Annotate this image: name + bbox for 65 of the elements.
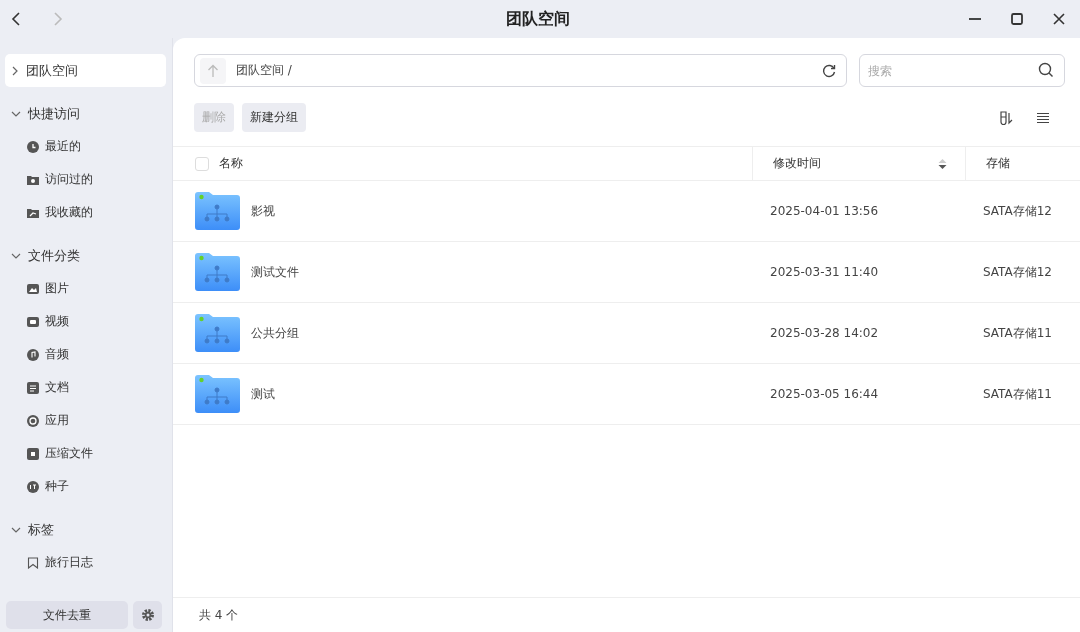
sidebar-item[interactable]: 旅行日志 [45, 554, 93, 571]
up-arrow-icon [207, 63, 219, 78]
settings-button[interactable] [133, 601, 162, 629]
toolbar-button[interactable]: 新建分组 [242, 103, 306, 132]
back-icon[interactable] [10, 11, 22, 27]
modified-time: 2025-04-01 13:56 [770, 204, 879, 218]
group-label[interactable]: 快捷访问 [28, 104, 80, 123]
archive-icon [27, 447, 39, 460]
sidebar-item[interactable]: 音频 [45, 346, 69, 363]
search-field[interactable]: 搜索 [859, 54, 1065, 87]
visited-icon [27, 173, 39, 186]
modified-time: 2025-03-28 14:02 [770, 326, 879, 340]
sidebar-item[interactable]: 访问过的 [45, 171, 93, 188]
sidebar-item[interactable]: 应用 [45, 412, 69, 429]
audio-icon [27, 348, 39, 361]
refresh-icon[interactable] [822, 63, 836, 78]
column-header[interactable]: 存储 [986, 155, 1010, 172]
shared-folder-icon [193, 374, 241, 414]
window-title: 团队空间 [505, 8, 571, 30]
close-icon[interactable] [1052, 12, 1066, 26]
sidebar-item[interactable]: 我收藏的 [45, 204, 93, 221]
modified-time: 2025-03-05 16:44 [770, 387, 879, 401]
sort-icon[interactable] [998, 109, 1014, 126]
sidebar-item[interactable]: 视频 [45, 313, 69, 330]
path-bar[interactable]: 团队空间 / [194, 54, 847, 87]
storage-name: SATA存储12 [983, 202, 1052, 220]
app-icon [27, 414, 39, 427]
shared-folder-icon [193, 191, 241, 231]
sidebar-item[interactable]: 图片 [45, 280, 69, 297]
dedup-button[interactable]: 文件去重 [6, 601, 128, 629]
modified-time: 2025-03-31 11:40 [770, 265, 879, 279]
storage-name: SATA存储11 [983, 324, 1052, 342]
video-icon [27, 315, 39, 328]
file-name[interactable]: 测试文件 [251, 263, 299, 281]
group-label[interactable]: 标签 [28, 520, 54, 539]
list-view-icon[interactable] [1036, 110, 1050, 125]
item-count: 共 4 个 [199, 606, 239, 624]
starred-icon [27, 206, 39, 219]
sort-arrows-icon[interactable] [938, 157, 947, 170]
shared-folder-icon [193, 252, 241, 292]
chevron-icon [11, 65, 19, 76]
column-header[interactable]: 修改时间 [773, 155, 821, 172]
shared-folder-icon [193, 313, 241, 353]
clock-icon [27, 140, 39, 153]
storage-name: SATA存储12 [983, 263, 1052, 281]
tag-icon [27, 556, 39, 569]
file-name[interactable]: 公共分组 [251, 324, 299, 342]
sidebar-item[interactable]: 最近的 [45, 138, 81, 155]
maximize-icon[interactable] [1010, 12, 1024, 26]
file-name[interactable]: 影视 [251, 202, 275, 220]
sidebar-item[interactable]: 压缩文件 [45, 445, 93, 462]
sidebar-item[interactable]: 种子 [45, 478, 69, 495]
select-all-checkbox[interactable] [195, 156, 209, 171]
torrent-icon [27, 480, 39, 493]
sidebar-item[interactable]: 团队空间 [5, 54, 166, 87]
path-text: 团队空间 / [236, 62, 293, 79]
sidebar-item[interactable]: 文档 [45, 379, 69, 396]
storage-name: SATA存储11 [983, 385, 1052, 403]
image-icon [27, 282, 39, 295]
file-name[interactable]: 测试 [251, 385, 275, 403]
gear-icon [140, 608, 155, 622]
group-label[interactable]: 文件分类 [28, 246, 80, 265]
search-icon [1038, 62, 1054, 78]
column-header[interactable]: 名称 [219, 155, 243, 172]
document-icon [27, 381, 39, 394]
